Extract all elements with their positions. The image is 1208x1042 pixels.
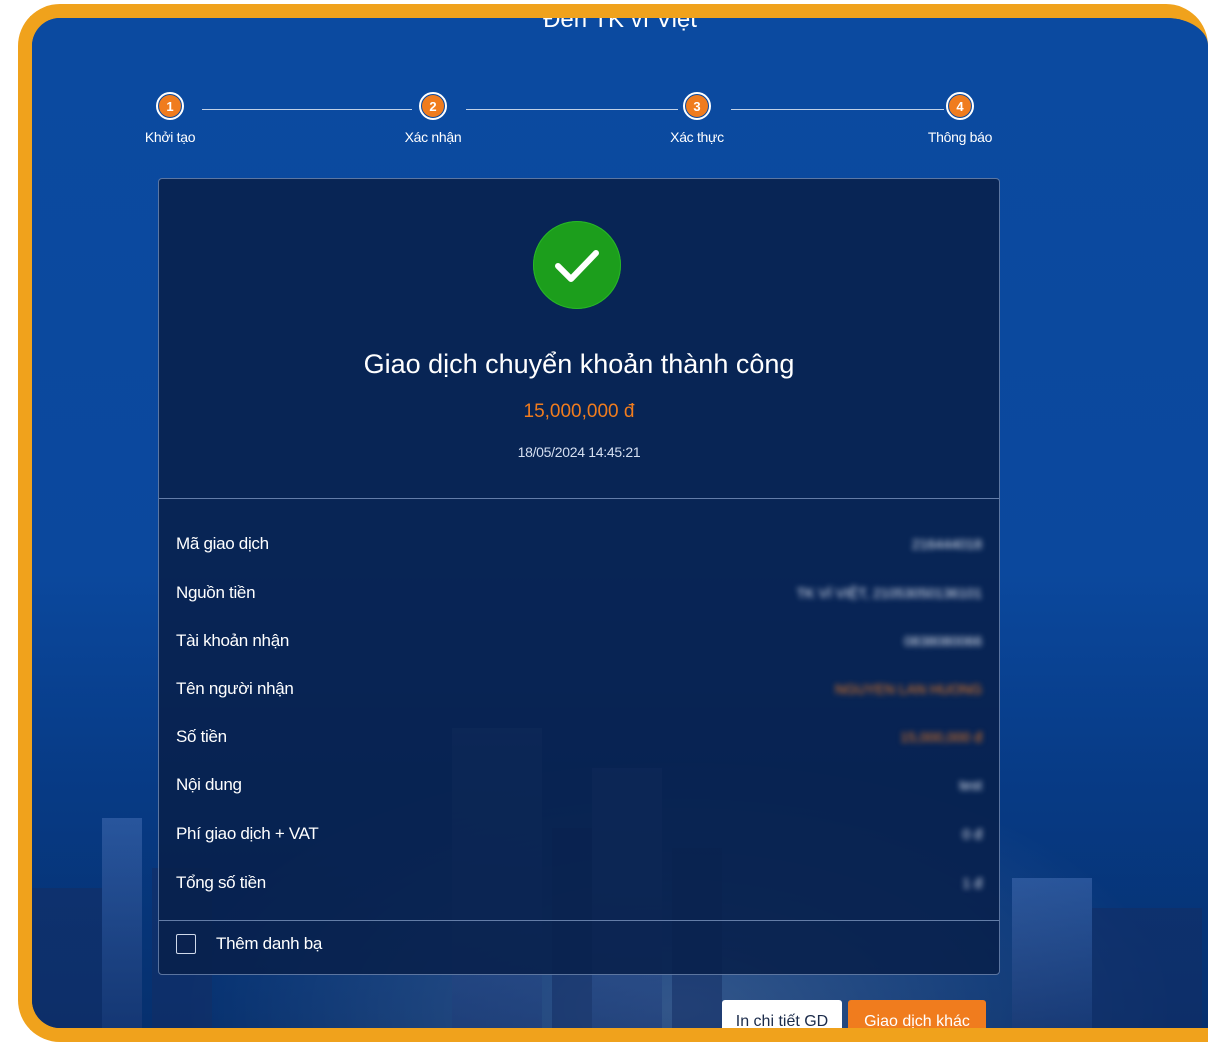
detail-value: 15,000,000 đ bbox=[900, 729, 982, 745]
detail-row: Phí giao dịch + VAT 0 đ bbox=[176, 824, 982, 848]
step-notify: 4 Thông báo bbox=[900, 92, 1020, 145]
step-label: Xác thực bbox=[670, 129, 724, 145]
detail-value: NGUYEN LAN HUONG bbox=[834, 681, 982, 697]
device-frame: Đến TK ví Việt 1 Khởi tạo 2 Xác nhận 3 X… bbox=[18, 4, 1208, 1042]
progress-stepper: 1 Khởi tạo 2 Xác nhận 3 Xác thực 4 Thông… bbox=[32, 18, 1208, 168]
detail-label: Phí giao dịch + VAT bbox=[176, 824, 319, 843]
step-verify: 3 Xác thực bbox=[637, 92, 757, 145]
divider bbox=[159, 920, 999, 921]
detail-value: 216444018 bbox=[911, 536, 982, 552]
detail-value: TK VÍ VIỆT, 21053050136101 bbox=[796, 585, 982, 601]
detail-label: Mã giao dịch bbox=[176, 534, 269, 553]
app-screen: Đến TK ví Việt 1 Khởi tạo 2 Xác nhận 3 X… bbox=[32, 18, 1208, 1028]
step-label: Thông báo bbox=[927, 129, 993, 145]
step-confirm: 2 Xác nhận bbox=[373, 92, 493, 145]
add-contact-option[interactable]: Thêm danh bạ bbox=[176, 932, 322, 956]
detail-row: Mã giao dịch 216444018 bbox=[176, 534, 982, 558]
detail-value: test bbox=[959, 777, 982, 793]
detail-value: 0838080066 bbox=[904, 633, 982, 649]
step-label: Khởi tạo bbox=[144, 129, 196, 145]
detail-value: 1 đ bbox=[962, 875, 982, 891]
success-check-icon bbox=[533, 221, 621, 309]
step-label: Xác nhận bbox=[404, 129, 462, 145]
detail-row: Tổng số tiền 1 đ bbox=[176, 873, 982, 897]
transaction-result-card: Giao dịch chuyển khoản thành công 15,000… bbox=[158, 178, 1000, 975]
add-contact-checkbox[interactable] bbox=[176, 934, 196, 954]
detail-row: Nguồn tiền TK VÍ VIỆT, 21053050136101 bbox=[176, 583, 982, 607]
detail-value: 0 đ bbox=[962, 826, 982, 842]
detail-label: Số tiền bbox=[176, 727, 227, 746]
detail-label: Nguồn tiền bbox=[176, 583, 256, 602]
step-init: 1 Khởi tạo bbox=[110, 92, 230, 145]
detail-label: Tên người nhận bbox=[176, 679, 294, 698]
step-number-badge: 4 bbox=[946, 92, 974, 120]
print-details-button[interactable]: In chi tiết GD bbox=[722, 1000, 842, 1028]
detail-row: Tên người nhận NGUYEN LAN HUONG bbox=[176, 679, 982, 703]
divider bbox=[159, 498, 999, 499]
detail-row: Nội dung test bbox=[176, 775, 982, 799]
detail-label: Tổng số tiền bbox=[176, 873, 266, 892]
result-title: Giao dịch chuyển khoản thành công bbox=[363, 349, 795, 379]
detail-label: Nội dung bbox=[176, 775, 242, 794]
result-amount: 15,000,000 đ bbox=[523, 401, 635, 422]
detail-row: Số tiền 15,000,000 đ bbox=[176, 727, 982, 751]
detail-label: Tài khoản nhận bbox=[176, 631, 289, 650]
new-transaction-button[interactable]: Giao dịch khác bbox=[848, 1000, 986, 1028]
step-number-badge: 3 bbox=[683, 92, 711, 120]
step-number-badge: 1 bbox=[156, 92, 184, 120]
result-datetime: 18/05/2024 14:45:21 bbox=[517, 444, 641, 460]
detail-row: Tài khoản nhận 0838080066 bbox=[176, 631, 982, 655]
step-number-badge: 2 bbox=[419, 92, 447, 120]
add-contact-label: Thêm danh bạ bbox=[216, 934, 323, 953]
